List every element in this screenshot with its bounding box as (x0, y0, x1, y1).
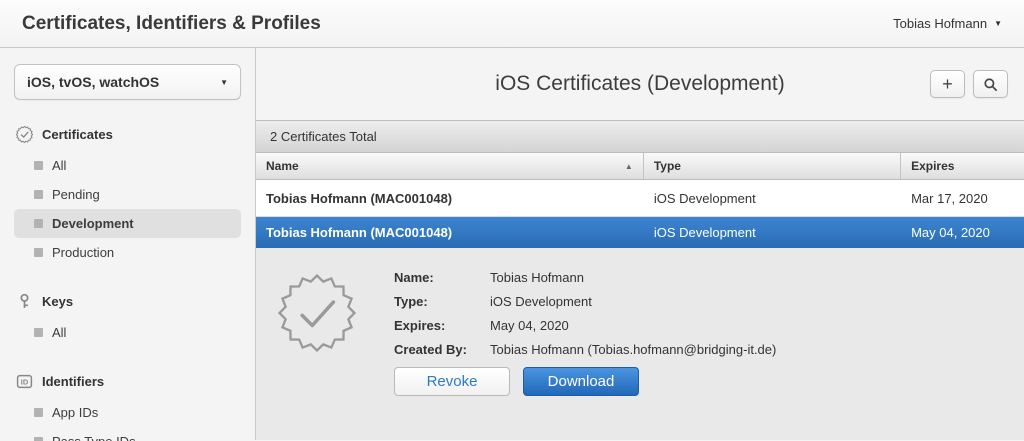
cell-name: Tobias Hofmann (MAC001048) (256, 191, 644, 206)
bullet-icon (34, 328, 43, 337)
bullet-icon (34, 190, 43, 199)
table-row-selected[interactable]: Tobias Hofmann (MAC001048) iOS Developme… (256, 217, 1024, 248)
cell-type: iOS Development (644, 225, 901, 240)
sidebar-item-label: App IDs (52, 405, 98, 420)
main-title: iOS Certificates (Development) (495, 72, 784, 96)
field-label: Name: (394, 270, 490, 285)
page-title: Certificates, Identifiers & Profiles (22, 13, 321, 35)
sidebar: iOS, tvOS, watchOS ▼ Certificates All Pe… (0, 48, 256, 440)
cell-expires: Mar 17, 2020 (901, 191, 1024, 206)
search-button[interactable] (973, 70, 1008, 98)
field-label: Expires: (394, 318, 490, 333)
svg-text:ID: ID (21, 378, 29, 387)
page-body: iOS, tvOS, watchOS ▼ Certificates All Pe… (0, 48, 1024, 440)
cell-expires: May 04, 2020 (901, 225, 1024, 240)
sort-ascending-icon: ▲ (625, 162, 633, 171)
sidebar-section-keys: Keys (16, 293, 241, 310)
download-button[interactable]: Download (523, 367, 639, 396)
column-header-type[interactable]: Type (644, 153, 901, 179)
chevron-down-icon: ▼ (220, 78, 228, 87)
section-label: Identifiers (42, 374, 104, 389)
field-label: Type: (394, 294, 490, 309)
certificate-icon (16, 126, 33, 143)
table-row[interactable]: Tobias Hofmann (MAC001048) iOS Developme… (256, 180, 1024, 217)
field-label: Created By: (394, 342, 490, 357)
sidebar-item-pass-type-ids[interactable]: Pass Type IDs (14, 427, 241, 441)
column-label: Expires (911, 159, 954, 173)
field-value: Tobias Hofmann (490, 270, 584, 285)
user-name: Tobias Hofmann (893, 16, 987, 31)
detail-actions: Revoke Download (394, 367, 776, 396)
main-toolbar: + (930, 70, 1008, 98)
certificate-seal-icon (278, 274, 356, 352)
field-value: Tobias Hofmann (Tobias.hofmann@bridging-… (490, 342, 776, 357)
plus-icon: + (942, 75, 953, 93)
main-header: iOS Certificates (Development) + (256, 48, 1024, 120)
search-icon (983, 77, 998, 92)
detail-fields: Name: Tobias Hofmann Type: iOS Developme… (394, 270, 776, 440)
sidebar-item-certificates-production[interactable]: Production (14, 238, 241, 267)
sidebar-item-label: All (52, 158, 66, 173)
sidebar-item-certificates-development[interactable]: Development (14, 209, 241, 238)
sidebar-item-keys-all[interactable]: All (14, 318, 241, 347)
table-header: Name ▲ Type Expires (256, 153, 1024, 180)
sidebar-item-certificates-pending[interactable]: Pending (14, 180, 241, 209)
key-icon (16, 293, 33, 310)
certificates-table: Name ▲ Type Expires Tobias Hofmann (MAC0… (256, 153, 1024, 248)
column-header-name[interactable]: Name ▲ (256, 153, 644, 179)
detail-field-created-by: Created By: Tobias Hofmann (Tobias.hofma… (394, 342, 776, 357)
sidebar-item-label: Pending (52, 187, 100, 202)
sidebar-item-label: Pass Type IDs (52, 434, 136, 441)
column-label: Name (266, 159, 299, 173)
summary-bar: 2 Certificates Total (256, 120, 1024, 153)
bullet-icon (34, 248, 43, 257)
detail-field-name: Name: Tobias Hofmann (394, 270, 776, 285)
column-label: Type (654, 159, 681, 173)
id-icon: ID (16, 373, 33, 390)
top-header: Certificates, Identifiers & Profiles Tob… (0, 0, 1024, 48)
sidebar-item-label: All (52, 325, 66, 340)
bullet-icon (34, 408, 43, 417)
revoke-button[interactable]: Revoke (394, 367, 510, 396)
add-button[interactable]: + (930, 70, 965, 98)
bullet-icon (34, 219, 43, 228)
bullet-icon (34, 161, 43, 170)
column-header-expires[interactable]: Expires (901, 153, 1024, 179)
user-menu[interactable]: Tobias Hofmann ▼ (893, 16, 1002, 31)
field-value: May 04, 2020 (490, 318, 569, 333)
cell-type: iOS Development (644, 191, 901, 206)
detail-field-type: Type: iOS Development (394, 294, 776, 309)
field-value: iOS Development (490, 294, 592, 309)
chevron-down-icon: ▼ (994, 19, 1002, 28)
sidebar-section-identifiers: ID Identifiers (16, 373, 241, 390)
sidebar-section-certificates: Certificates (16, 126, 241, 143)
sidebar-item-certificates-all[interactable]: All (14, 151, 241, 180)
platform-selector[interactable]: iOS, tvOS, watchOS ▼ (14, 64, 241, 100)
detail-field-expires: Expires: May 04, 2020 (394, 318, 776, 333)
bullet-icon (34, 437, 43, 441)
certificates-total: 2 Certificates Total (270, 129, 377, 144)
sidebar-item-app-ids[interactable]: App IDs (14, 398, 241, 427)
main-content: iOS Certificates (Development) + 2 Certi… (256, 48, 1024, 440)
sidebar-item-label: Production (52, 245, 114, 260)
cell-name: Tobias Hofmann (MAC001048) (256, 225, 644, 240)
platform-selector-label: iOS, tvOS, watchOS (27, 74, 159, 90)
sidebar-item-label: Development (52, 216, 134, 231)
certificate-detail-panel: Name: Tobias Hofmann Type: iOS Developme… (256, 248, 1024, 440)
section-label: Keys (42, 294, 73, 309)
section-label: Certificates (42, 127, 113, 142)
